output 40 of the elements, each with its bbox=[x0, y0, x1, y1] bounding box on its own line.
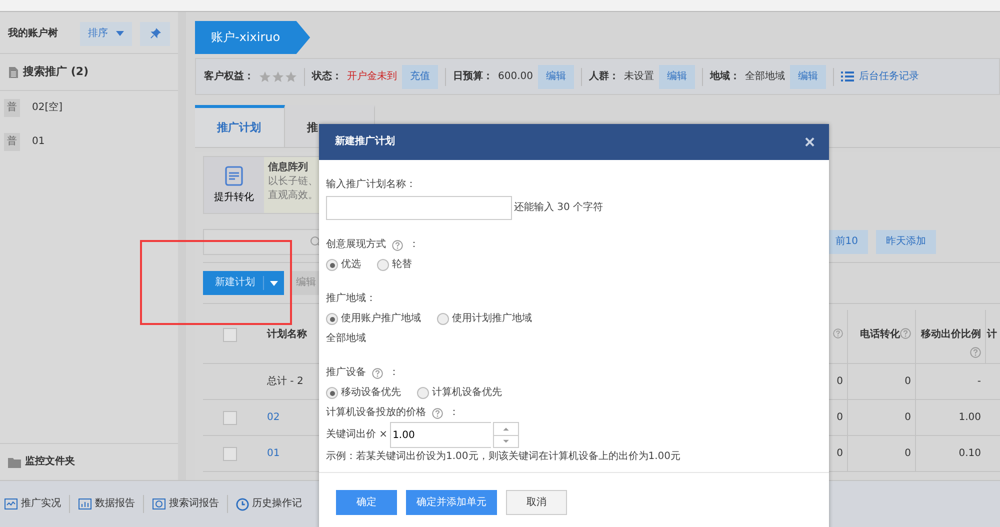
promo-text: 直观高效。 bbox=[268, 189, 318, 203]
field-label: 输入推广计划名称： bbox=[326, 178, 416, 192]
field-label: 推广地域： bbox=[326, 292, 376, 306]
table-cell: 0 bbox=[836, 374, 843, 388]
promo-text: 以长子链、 bbox=[268, 175, 318, 189]
table-cell: 0 bbox=[836, 410, 843, 424]
field-value: 开户金未到 bbox=[347, 70, 397, 84]
table-cell: - bbox=[977, 374, 981, 388]
colon: ： bbox=[409, 238, 419, 252]
plan-name: 01 bbox=[32, 135, 45, 149]
field-value: 全部地域 bbox=[745, 70, 785, 84]
type-badge: 普 bbox=[4, 99, 20, 117]
plan-name: 02[空] bbox=[32, 101, 63, 115]
type-badge: 普 bbox=[4, 133, 20, 151]
bid-label: 关键词出价 × bbox=[326, 428, 388, 442]
colon: ： bbox=[389, 366, 399, 380]
promo-title: 信息阵列 bbox=[268, 161, 308, 175]
rights-label: 客户权益： bbox=[204, 70, 254, 84]
example-text: 示例：若某关键词出价设为1.00元，则该关键词在计算机设备上的出价为1.00元 bbox=[326, 450, 681, 464]
field-label: 地域： bbox=[710, 70, 740, 84]
field-label: 人群： bbox=[589, 70, 619, 84]
field-value: 600.00 bbox=[498, 70, 533, 84]
field-label: 状态： bbox=[312, 70, 342, 84]
field-label: 创意展现方式 bbox=[326, 238, 386, 252]
table-cell: 0 bbox=[904, 446, 911, 460]
dialog-title: 新建推广计划 bbox=[335, 135, 396, 149]
region-value: 全部地域 bbox=[326, 332, 366, 346]
colon: ： bbox=[449, 406, 459, 420]
table-cell: 1.00 bbox=[958, 410, 981, 424]
field-label: 推广设备 bbox=[326, 366, 366, 380]
field-label: 日预算： bbox=[453, 70, 493, 84]
table-cell: 0 bbox=[904, 410, 911, 424]
field-label: 计算机设备投放的价格 bbox=[326, 406, 426, 420]
tree-title: 我的账户树 bbox=[8, 26, 59, 40]
table-cell: 0.10 bbox=[958, 446, 981, 460]
table-cell: 0 bbox=[836, 446, 843, 460]
char-hint: 还能输入 30 个字符 bbox=[514, 201, 604, 215]
field-value: 未设置 bbox=[624, 70, 654, 84]
total-label: 总计 - 2 bbox=[267, 374, 304, 388]
table-cell: 0 bbox=[904, 374, 911, 388]
